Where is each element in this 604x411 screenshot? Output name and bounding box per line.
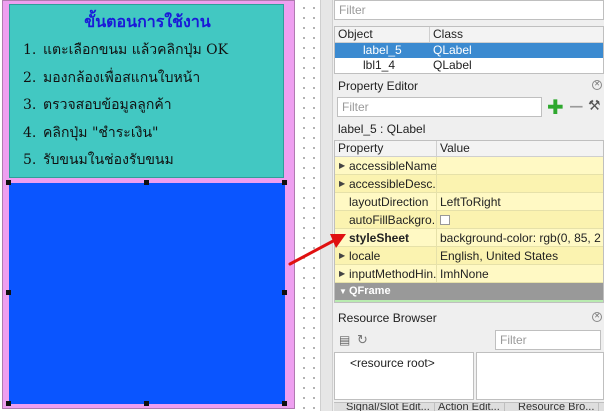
remove-property-icon[interactable]: − [568, 96, 585, 116]
bottom-dock-tabs: Signal/Slot Edit... Action Edit... Resou… [334, 402, 604, 411]
property-value[interactable]: English, United States [437, 247, 601, 264]
resize-handle-top-left[interactable] [6, 180, 11, 185]
auto-fill-checkbox[interactable] [440, 215, 450, 225]
instructions-panel[interactable]: ขั้นตอนการใช้งาน 1. แตะเลือกขนม แล้วคลิกป… [9, 4, 284, 178]
tab-signal-slot-editor[interactable]: Signal/Slot Edit... [342, 403, 435, 411]
designer-side-panels: Filter Object Class label_5 QLabel lbl1_… [321, 0, 604, 411]
property-row-layout-direction[interactable]: layoutDirection LeftToRight [335, 193, 603, 211]
property-name: accessibleName [349, 159, 437, 173]
instruction-number: 4. [23, 124, 37, 141]
configure-icon[interactable]: ⚒ [588, 98, 604, 116]
resource-root-item[interactable]: <resource root> [350, 356, 435, 370]
object-class: QLabel [433, 58, 472, 72]
resource-file-list[interactable] [476, 352, 604, 400]
resize-handle-left[interactable] [6, 290, 11, 295]
instruction-text: ตรวจสอบข้อมูลลูกค้า [43, 97, 172, 114]
resource-browser-title: Resource Browser ✕ [334, 310, 604, 328]
property-name: inputMethodHin... [349, 267, 437, 281]
expand-arrow-icon[interactable]: ▶ [339, 247, 345, 264]
property-row-partial[interactable] [335, 300, 603, 302]
close-icon[interactable]: ✕ [592, 80, 602, 90]
object-row-lbl1-4[interactable]: lbl1_4 QLabel [335, 58, 603, 73]
property-value[interactable] [437, 157, 601, 174]
object-class: QLabel [433, 43, 472, 57]
instruction-item: 4. คลิกปุ่ม "ชำระเงิน" [23, 122, 228, 150]
instruction-text: แตะเลือกขนม แล้วคลิกปุ่ม OK [43, 42, 229, 58]
column-header-class[interactable]: Class [430, 27, 463, 42]
property-name: accessibleDesc... [349, 177, 437, 191]
design-grid [297, 0, 319, 411]
instruction-text: คลิกปุ่ม "ชำระเงิน" [43, 124, 159, 141]
tab-resource-browser[interactable]: Resource Bro... [514, 403, 600, 411]
property-value[interactable]: background-color: rgb(0, 85, 25... [437, 229, 601, 246]
reload-icon[interactable]: ↻ [357, 333, 371, 348]
instruction-item: 5. รับขนมในช่องรับขนม [23, 149, 228, 177]
resource-browser-title-text: Resource Browser [338, 311, 437, 325]
resize-handle-top[interactable] [144, 180, 149, 185]
property-row-auto-fill-background[interactable]: autoFillBackgro... [335, 211, 603, 229]
instruction-item: 1. แตะเลือกขนม แล้วคลิกปุ่ม OK [23, 39, 228, 67]
property-name: styleSheet [349, 231, 410, 245]
group-name: QFrame [349, 285, 391, 297]
resource-filter-input[interactable]: Filter [495, 330, 601, 350]
property-row-accessible-name[interactable]: ▶ accessibleName [335, 157, 603, 175]
instruction-text: รับขนมในช่องรับขนม [43, 152, 174, 169]
tab-action-editor[interactable]: Action Edit... [434, 403, 505, 411]
property-editor-title-text: Property Editor [338, 79, 419, 93]
property-name: layoutDirection [349, 195, 429, 209]
expand-arrow-icon[interactable]: ▶ [339, 157, 345, 174]
collapse-arrow-icon[interactable]: ▼ [339, 283, 349, 300]
instruction-number: 1. [23, 42, 37, 58]
resize-handle-right[interactable] [282, 290, 287, 295]
object-inspector-table[interactable]: Object Class label_5 QLabel lbl1_4 QLabe… [334, 26, 604, 74]
property-value[interactable]: LeftToRight [437, 193, 601, 210]
object-name: lbl1_4 [363, 58, 396, 72]
property-editor-title: Property Editor ✕ [334, 78, 604, 96]
property-value[interactable] [437, 175, 601, 192]
property-row-stylesheet[interactable]: styleSheet background-color: rgb(0, 85, … [335, 229, 603, 247]
property-name: locale [349, 249, 381, 263]
expand-arrow-icon[interactable]: ▶ [339, 265, 345, 282]
object-inspector-filter[interactable]: Filter [334, 0, 604, 20]
column-header-property[interactable]: Property [335, 141, 437, 156]
property-value[interactable]: ImhNone [437, 265, 601, 282]
property-filter-input[interactable]: Filter [337, 97, 542, 117]
selected-label-widget[interactable] [9, 183, 285, 404]
instruction-item: 3. ตรวจสอบข้อมูลลูกค้า [23, 94, 228, 122]
panel-splitter[interactable] [321, 0, 333, 411]
property-row-accessible-description[interactable]: ▶ accessibleDesc... [335, 175, 603, 193]
object-name: label_5 [363, 43, 402, 57]
column-header-object[interactable]: Object [335, 27, 430, 42]
resize-handle-bottom-left[interactable] [6, 401, 11, 406]
property-row-locale[interactable]: ▶ locale English, United States [335, 247, 603, 265]
object-row-label-5[interactable]: label_5 QLabel [335, 43, 603, 58]
instruction-number: 2. [23, 69, 37, 86]
close-icon[interactable]: ✕ [592, 312, 602, 322]
resize-handle-bottom[interactable] [144, 401, 149, 406]
instruction-number: 5. [23, 152, 37, 169]
property-object-name: label_5 : QLabel [338, 122, 426, 136]
column-header-value[interactable]: Value [437, 141, 470, 156]
edit-resources-icon[interactable]: ▤ [339, 333, 351, 347]
form-canvas[interactable]: ขั้นตอนการใช้งาน 1. แตะเลือกขนม แล้วคลิกป… [0, 0, 321, 411]
instruction-number: 3. [23, 97, 37, 114]
instruction-text: มองกล้องเพื่อสแกนใบหน้า [43, 69, 201, 86]
resize-handle-bottom-right[interactable] [282, 401, 287, 406]
property-group-qframe[interactable]: ▼ QFrame [335, 283, 603, 300]
instructions-list: 1. แตะเลือกขนม แล้วคลิกปุ่ม OK 2. มองกล้อง… [23, 39, 228, 177]
object-table-header: Object Class [335, 27, 603, 43]
instructions-title: ขั้นตอนการใช้งาน [84, 12, 211, 31]
property-table[interactable]: Property Value ▶ accessibleName ▶ accessib… [334, 140, 604, 303]
property-name: autoFillBackgro... [349, 213, 437, 227]
add-property-icon[interactable]: ✚ [547, 97, 565, 117]
property-table-header: Property Value [335, 141, 603, 157]
property-row-input-method-hints[interactable]: ▶ inputMethodHin... ImhNone [335, 265, 603, 283]
resize-handle-top-right[interactable] [282, 180, 287, 185]
expand-arrow-icon[interactable]: ▶ [339, 175, 345, 192]
resource-tree[interactable]: <resource root> [334, 352, 474, 400]
instruction-item: 2. มองกล้องเพื่อสแกนใบหน้า [23, 67, 228, 95]
